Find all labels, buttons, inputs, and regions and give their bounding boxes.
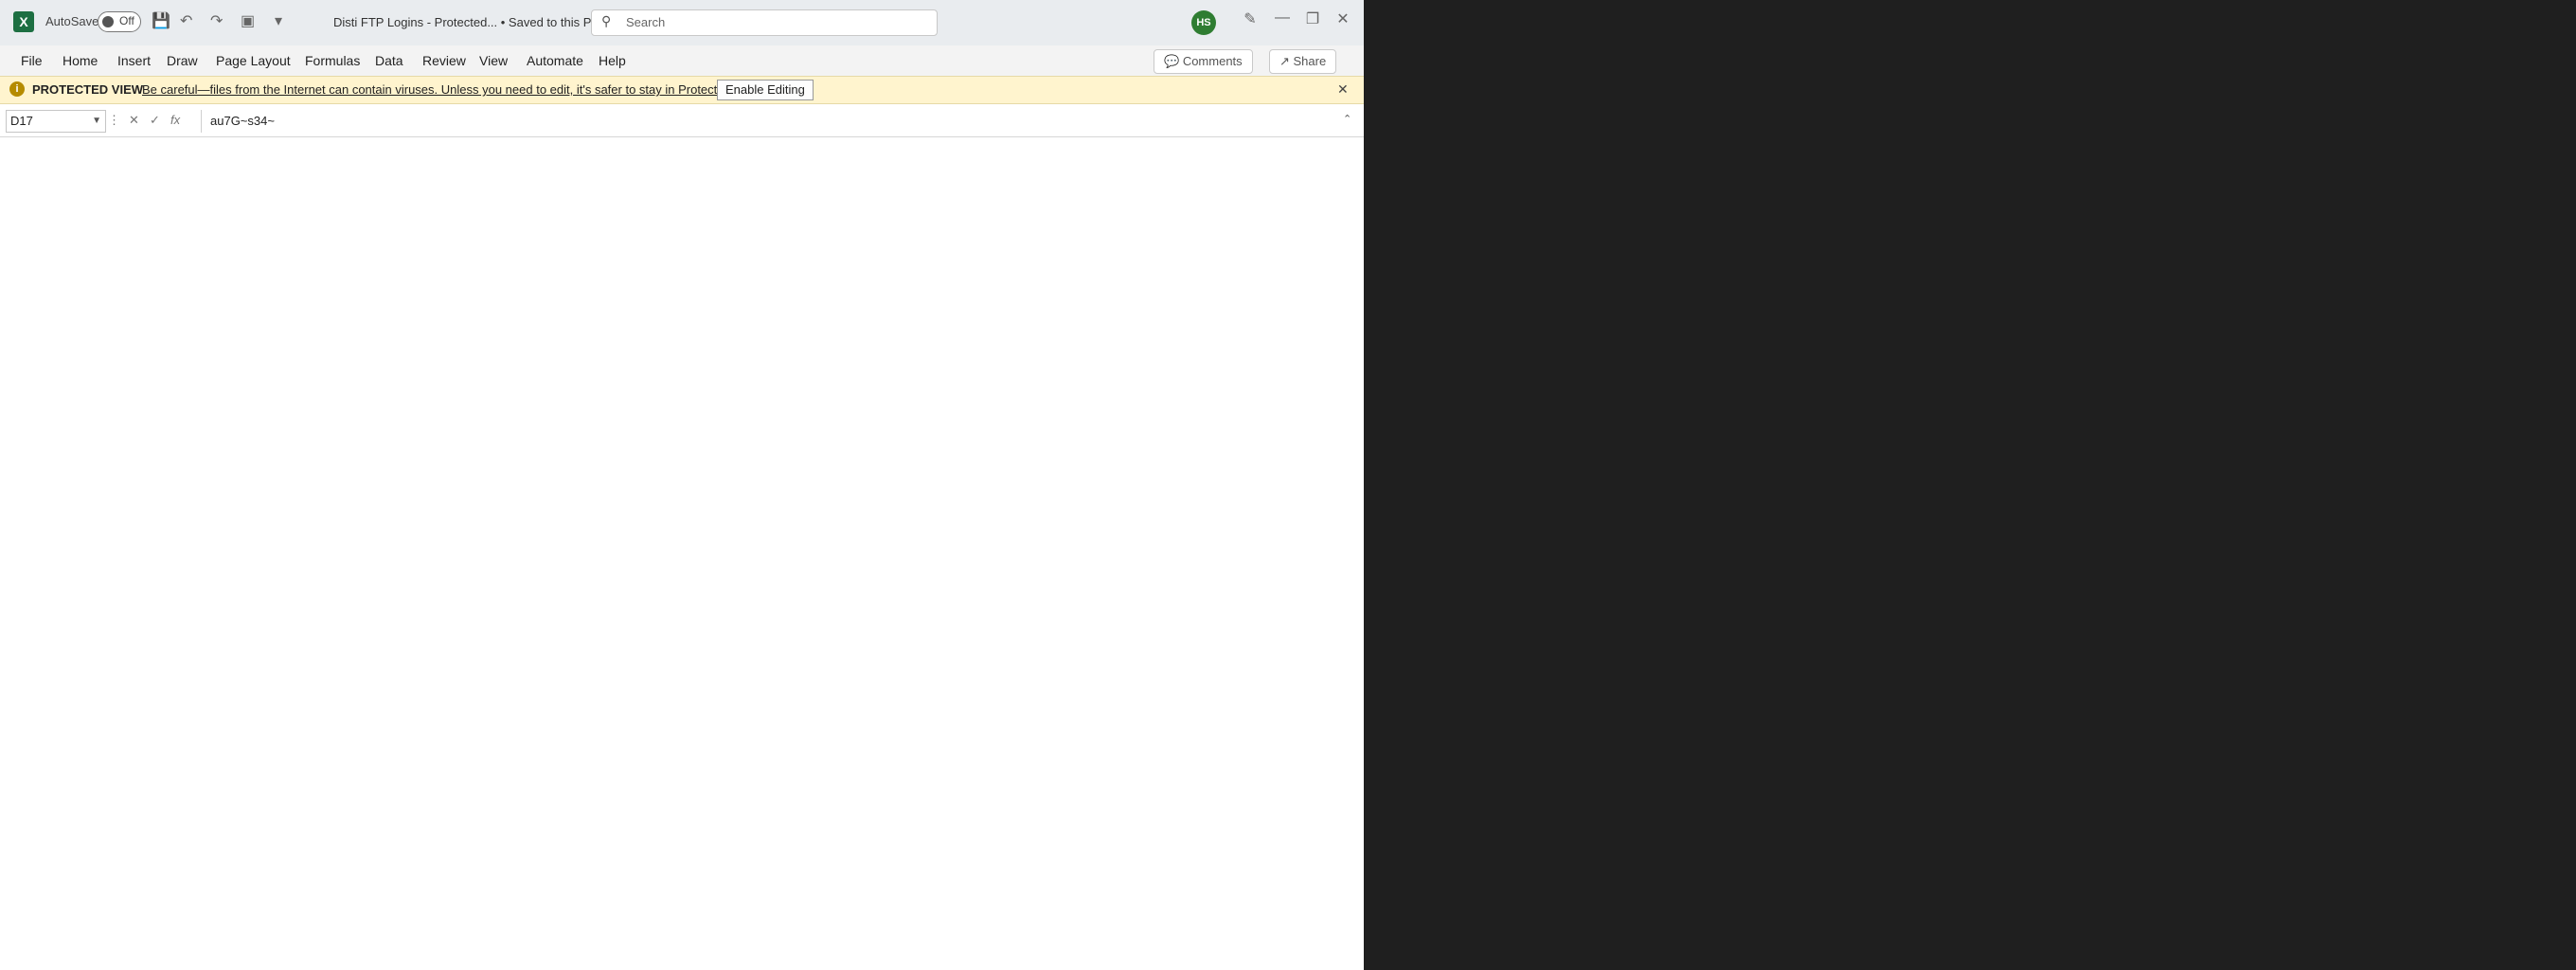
tab-data[interactable]: Data xyxy=(375,53,403,68)
tab-automate[interactable]: Automate xyxy=(527,53,583,68)
comments-button[interactable]: 💬 Comments xyxy=(1154,49,1253,74)
formula-separator xyxy=(201,110,202,133)
undo-icon[interactable]: ↶ xyxy=(180,11,192,30)
tab-help[interactable]: Help xyxy=(599,53,626,68)
search-icon: ⚲ xyxy=(601,13,612,28)
redo-icon[interactable]: ↷ xyxy=(210,11,223,30)
check-icon[interactable]: ✓ xyxy=(150,113,160,128)
tab-draw[interactable]: Draw xyxy=(167,53,198,68)
share-button[interactable]: ↗ Share xyxy=(1269,49,1337,74)
tab-home[interactable]: Home xyxy=(63,53,98,68)
more-icon[interactable]: ⋮ xyxy=(108,113,120,128)
cancel-icon[interactable]: ✕ xyxy=(129,113,139,128)
user-avatar[interactable]: HS xyxy=(1191,10,1216,35)
autosave-toggle[interactable]: Off xyxy=(98,11,141,32)
pen-icon[interactable]: ✎ xyxy=(1237,9,1263,28)
close-icon[interactable]: ✕ xyxy=(1337,81,1349,98)
excel-window: X AutoSave Off 💾 ↶ ↷ ▣ ▾ Disti FTP Login… xyxy=(0,0,1364,970)
tab-insert[interactable]: Insert xyxy=(117,53,151,68)
protected-view-message[interactable]: Be careful—files from the Internet can c… xyxy=(142,82,763,97)
insert-function-icon[interactable]: fx xyxy=(170,113,180,127)
shield-icon: i xyxy=(9,81,25,97)
search-box[interactable]: ⚲ Search xyxy=(591,9,938,36)
excel-logo-icon: X xyxy=(13,11,34,32)
cell-reference: D17 xyxy=(10,114,33,128)
excel-title-bar: X AutoSave Off 💾 ↶ ↷ ▣ ▾ Disti FTP Login… xyxy=(0,0,1364,46)
expand-formula-icon[interactable]: ⌃ xyxy=(1343,113,1351,125)
tab-page-layout[interactable]: Page Layout xyxy=(216,53,291,68)
close-icon[interactable]: ✕ xyxy=(1330,9,1356,28)
tab-formulas[interactable]: Formulas xyxy=(305,53,360,68)
screenshot-icon[interactable]: ▣ xyxy=(241,11,255,30)
autosave-state: Off xyxy=(119,14,134,27)
restore-icon[interactable]: ❐ xyxy=(1299,9,1326,28)
toggle-knob xyxy=(102,16,114,27)
tab-review[interactable]: Review xyxy=(422,53,466,68)
search-placeholder: Search xyxy=(626,15,666,29)
tab-view[interactable]: View xyxy=(479,53,508,68)
document-title[interactable]: Disti FTP Logins - Protected... • Saved … xyxy=(333,15,613,30)
name-box[interactable]: D17 ▼ xyxy=(6,110,106,133)
save-icon[interactable]: 💾 xyxy=(152,11,170,30)
autosave-label: AutoSave xyxy=(45,14,99,28)
tab-file[interactable]: File xyxy=(21,53,43,68)
minimize-icon[interactable]: — xyxy=(1269,9,1296,27)
protected-view-label: PROTECTED VIEW xyxy=(32,82,144,97)
share-label: Share xyxy=(1293,54,1327,68)
formula-input[interactable]: au7G~s34~ xyxy=(210,114,275,128)
enable-editing-button[interactable]: Enable Editing xyxy=(717,80,814,100)
comments-label: Comments xyxy=(1182,54,1243,68)
customize-qat-icon[interactable]: ▾ xyxy=(275,11,282,30)
formula-bar: D17 ▼ ⋮ ✕ ✓ fx au7G~s34~ ⌃ xyxy=(0,106,1364,137)
chevron-down-icon: ▼ xyxy=(92,116,101,126)
protected-view-bar: i PROTECTED VIEW Be careful—files from t… xyxy=(0,76,1364,104)
